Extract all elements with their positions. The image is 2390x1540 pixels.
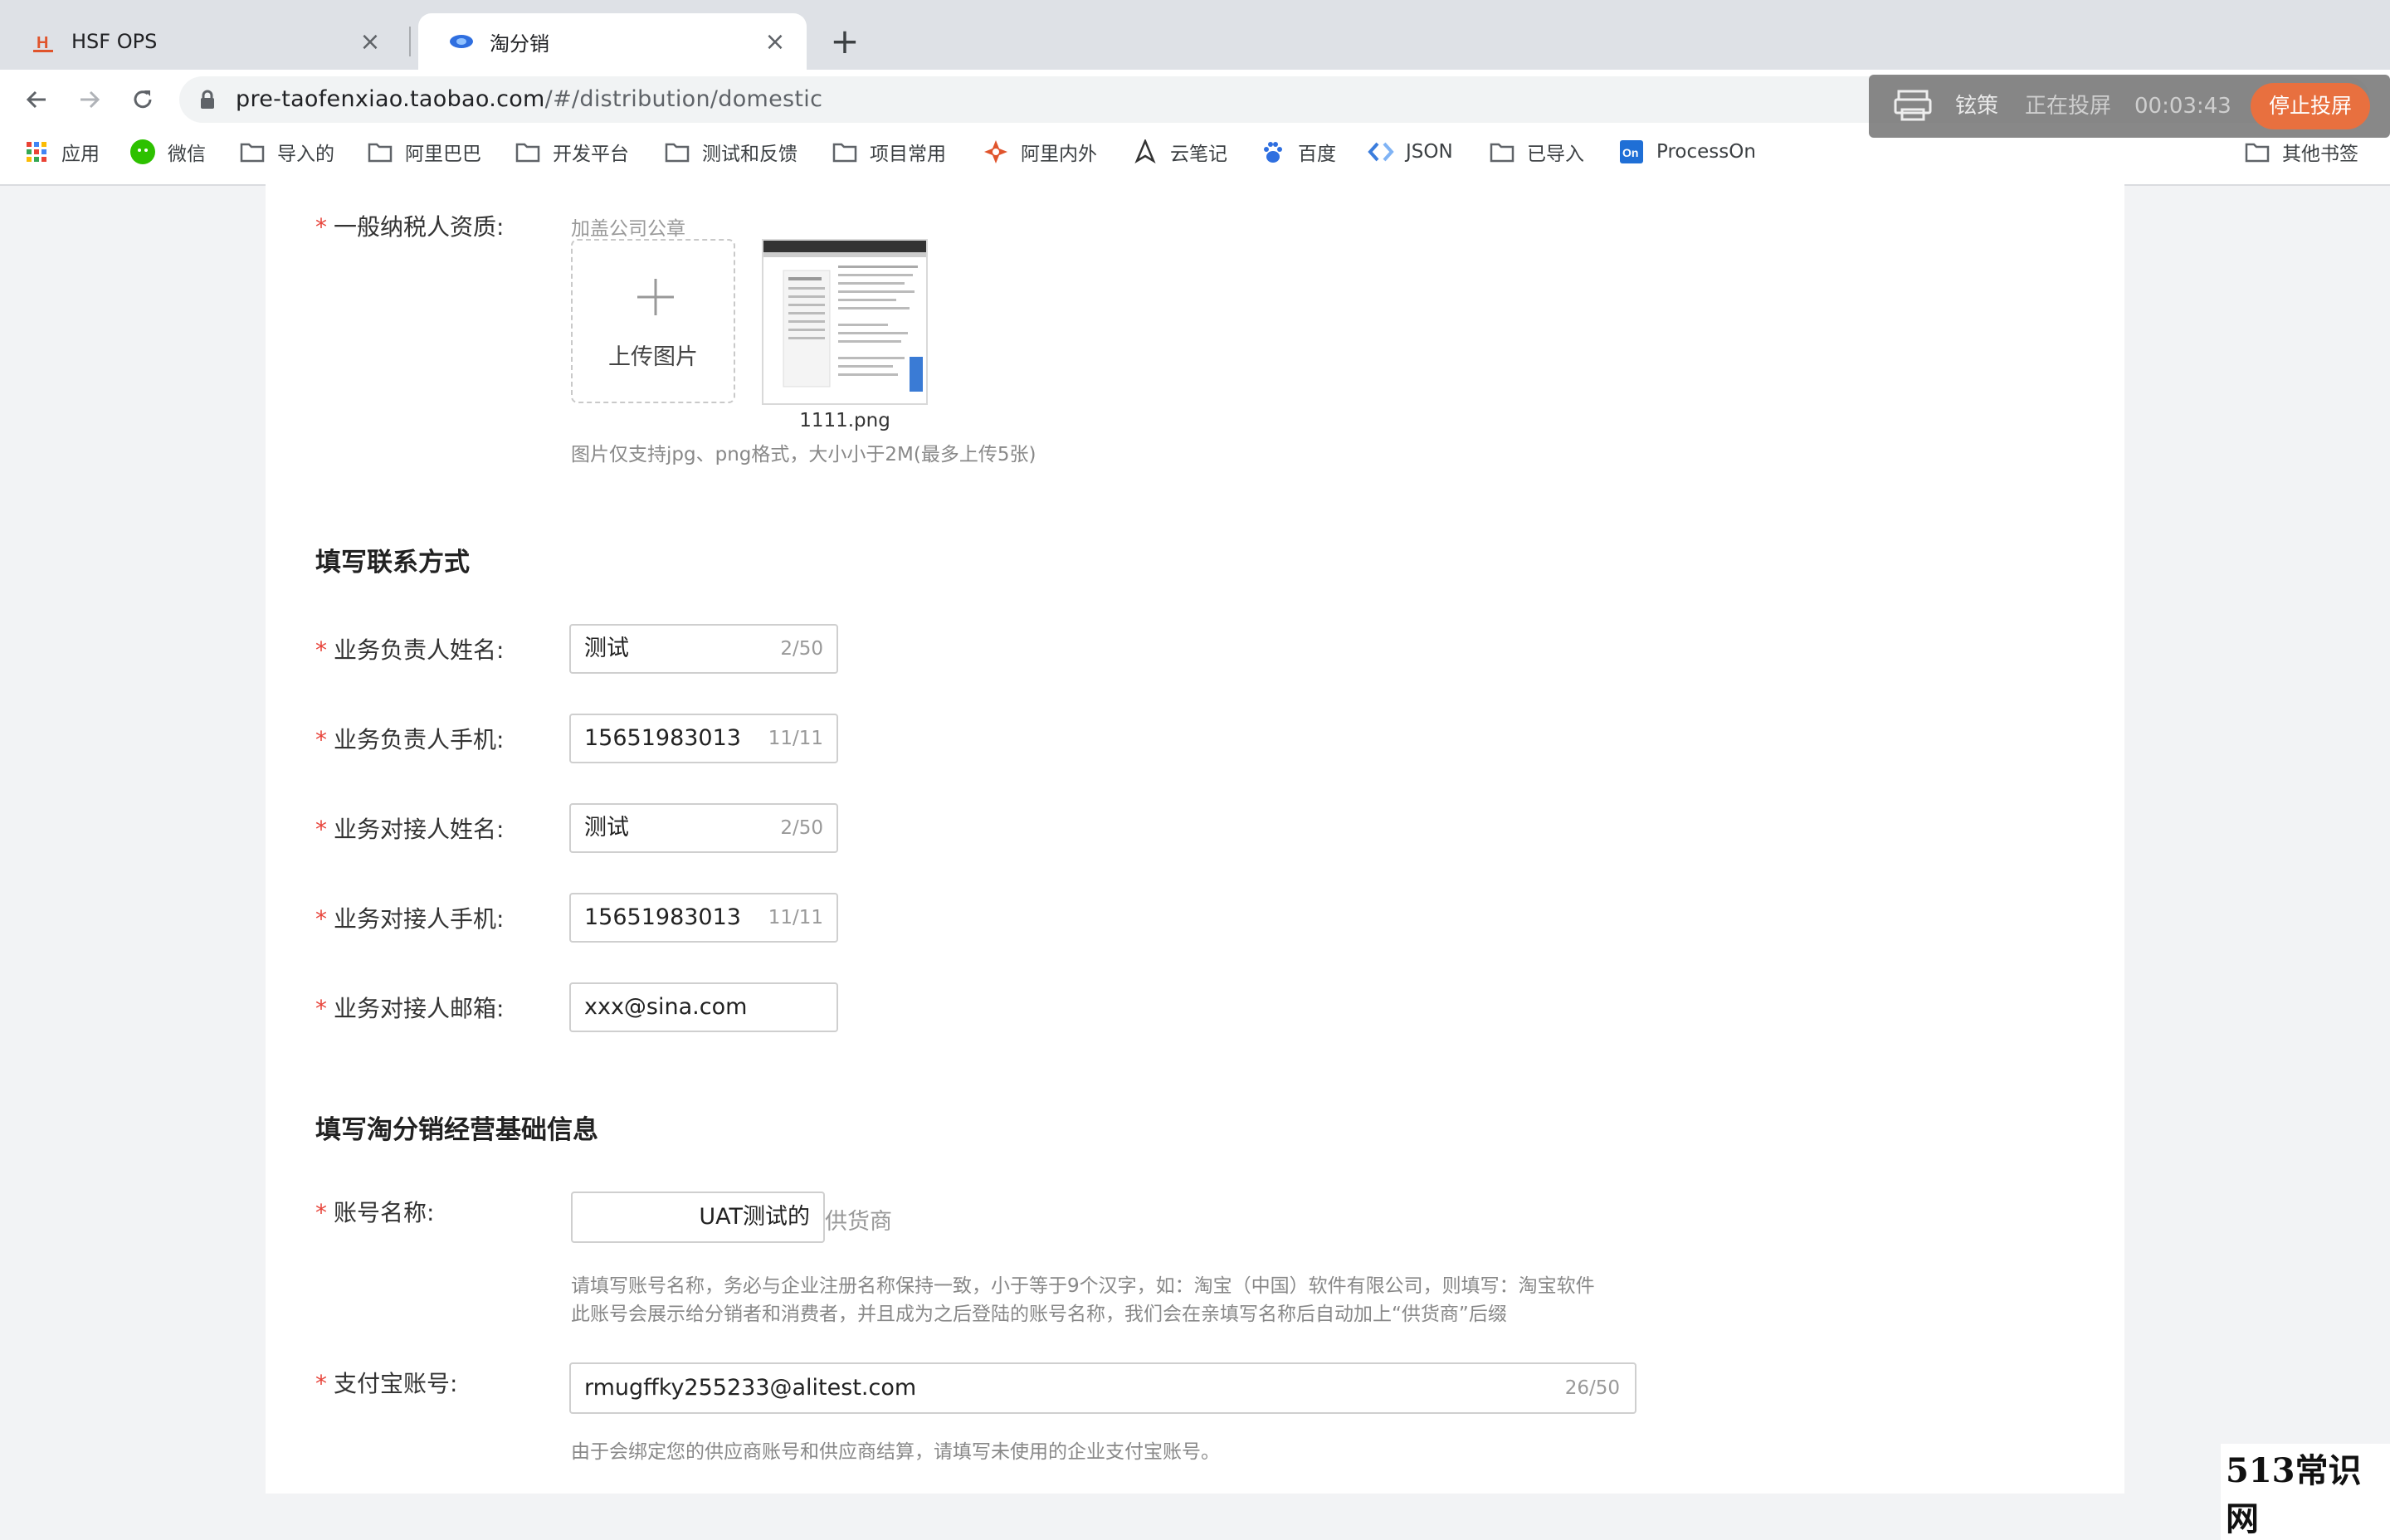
tab-hsf-ops[interactable]: H HSF OPS × xyxy=(0,13,402,70)
pen-nib-icon xyxy=(1132,139,1158,165)
folder-icon xyxy=(832,139,858,165)
url-text[interactable]: pre-taofenxiao.taobao.com/#/distribution… xyxy=(236,76,822,123)
business-owner-name-input[interactable]: 测试 2/50 xyxy=(569,624,838,674)
bookmark-json[interactable]: JSON xyxy=(1368,129,1453,174)
bookmark-baidu[interactable]: 百度 xyxy=(1260,129,1336,174)
alipay-label: * 支付宝账号: xyxy=(315,1370,458,1397)
char-counter: 2/50 xyxy=(780,817,823,839)
baidu-paw-icon xyxy=(1260,139,1286,165)
bookmark-folder-imported2[interactable]: 已导入 xyxy=(1489,129,1584,174)
char-counter: 11/11 xyxy=(768,728,823,749)
char-counter: 26/50 xyxy=(1564,1377,1620,1399)
folder-icon xyxy=(367,139,393,165)
cast-timer: 00:03:43 xyxy=(2134,94,2231,119)
char-counter: 11/11 xyxy=(768,907,823,928)
liaison-phone-input[interactable]: 15651983013 11/11 xyxy=(569,893,838,943)
bookmarks-bar: 应用 微信 导入的 阿里巴巴 开发平台 测试和反馈 项目常用 阿里内外 云笔记 … xyxy=(0,129,2390,186)
reload-button[interactable] xyxy=(124,81,161,118)
cast-status: 正在投屏 xyxy=(2025,94,2112,119)
alibaba-inside-icon xyxy=(983,139,1009,165)
svg-text:H: H xyxy=(37,34,48,52)
upload-image-button[interactable]: 上传图片 xyxy=(571,239,735,403)
bookmark-folder-devplatform[interactable]: 开发平台 xyxy=(515,129,629,174)
business-owner-phone-label: * 业务负责人手机: xyxy=(315,726,505,753)
bookmark-folder-project[interactable]: 项目常用 xyxy=(832,129,946,174)
new-tab-button[interactable]: + xyxy=(827,20,863,63)
liaison-email-label: * 业务对接人邮箱: xyxy=(315,995,505,1022)
folder-icon xyxy=(515,139,541,165)
tab-title: 淘分销 xyxy=(490,32,549,56)
image-format-hint: 图片仅支持jpg、png格式，大小小于2M(最多上传5张) xyxy=(571,444,1036,465)
folder-icon xyxy=(2244,139,2270,165)
uploaded-file-name: 1111.png xyxy=(799,410,890,431)
form-panel: * 一般纳税人资质: 加盖公司公章 上传图片 1111.png 图片仅支持jpg… xyxy=(266,184,2124,1494)
bookmark-folder-testing[interactable]: 测试和反馈 xyxy=(664,129,797,174)
liaison-phone-label: * 业务对接人手机: xyxy=(315,905,505,933)
cast-device-name: 铉策 xyxy=(1955,94,1999,119)
bookmark-folder-imported[interactable]: 导入的 xyxy=(239,129,334,174)
tab-strip: H HSF OPS × 淘分销 × + xyxy=(0,0,2390,70)
bookmark-apps[interactable]: 应用 xyxy=(23,129,100,174)
tab-title: HSF OPS xyxy=(71,30,158,53)
folder-icon xyxy=(239,139,266,165)
bookmark-alibaba-inside[interactable]: 阿里内外 xyxy=(983,129,1097,174)
folder-icon xyxy=(1489,139,1515,165)
close-icon[interactable]: × xyxy=(760,27,790,56)
watermark: 513常识网 xyxy=(2221,1444,2390,1540)
tab-divider xyxy=(409,27,411,56)
alipay-account-input[interactable]: rmugffky255233@alitest.com 26/50 xyxy=(569,1362,1636,1414)
bookmark-wechat[interactable]: 微信 xyxy=(129,129,206,174)
bookmark-processon[interactable]: On ProcessOn xyxy=(1618,129,1756,174)
processon-icon: On xyxy=(1618,139,1645,165)
forward-button[interactable] xyxy=(71,81,108,118)
account-suffix: 供货商 xyxy=(825,1209,892,1235)
taofenxiao-logo-icon xyxy=(448,28,475,55)
plus-icon xyxy=(637,279,674,315)
wechat-icon xyxy=(129,139,156,165)
forward-arrow-icon xyxy=(80,90,100,109)
screen-cast-bar: 铉策 正在投屏 00:03:43 停止投屏 xyxy=(1869,75,2390,138)
contact-section-title: 填写联系方式 xyxy=(315,548,470,578)
reload-icon xyxy=(134,90,152,109)
business-owner-phone-input[interactable]: 15651983013 11/11 xyxy=(569,714,838,763)
account-name-input[interactable]: UAT测试的 xyxy=(571,1192,825,1243)
json-brackets-icon xyxy=(1368,139,1394,165)
liaison-name-input[interactable]: 测试 2/50 xyxy=(569,803,838,853)
account-name-hint: 请填写账号名称，务必与企业注册名称保持一致，小于等于9个汉字，如：淘宝（中国）软… xyxy=(571,1275,1595,1297)
hsf-logo-icon: H xyxy=(30,28,56,55)
liaison-name-label: * 业务对接人姓名: xyxy=(315,816,505,843)
stop-cast-button[interactable]: 停止投屏 xyxy=(2251,83,2370,129)
tab-taofenxiao[interactable]: 淘分销 × xyxy=(418,13,807,70)
uploaded-image-thumbnail[interactable] xyxy=(762,239,928,405)
close-icon[interactable]: × xyxy=(355,27,385,56)
char-counter: 2/50 xyxy=(780,638,823,660)
taxpayer-label: * 一般纳税人资质: xyxy=(315,213,505,241)
liaison-email-input[interactable]: xxx@sina.com xyxy=(569,982,838,1032)
back-button[interactable] xyxy=(18,81,55,118)
folder-icon xyxy=(664,139,690,165)
account-name-label: * 账号名称: xyxy=(315,1199,435,1226)
apps-grid-icon xyxy=(23,139,50,165)
business-owner-name-label: * 业务负责人姓名: xyxy=(315,636,505,664)
cast-device-icon xyxy=(1894,90,1932,126)
lock-icon xyxy=(201,90,214,109)
bookmark-cloud-notes[interactable]: 云笔记 xyxy=(1132,129,1227,174)
seal-hint: 加盖公司公章 xyxy=(571,218,685,240)
alipay-hint: 由于会绑定您的供应商账号和供应商结算，请填写未使用的企业支付宝账号。 xyxy=(571,1441,1220,1463)
business-section-title: 填写淘分销经营基础信息 xyxy=(315,1115,598,1145)
back-arrow-icon xyxy=(26,90,46,109)
account-name-hint: 此账号会展示给分销者和消费者，并且成为之后登陆的账号名称，我们会在亲填写名称后自… xyxy=(571,1304,1507,1325)
svg-text:On: On xyxy=(1622,146,1638,159)
upload-label: 上传图片 xyxy=(608,344,698,370)
bookmark-folder-alibaba[interactable]: 阿里巴巴 xyxy=(367,129,481,174)
